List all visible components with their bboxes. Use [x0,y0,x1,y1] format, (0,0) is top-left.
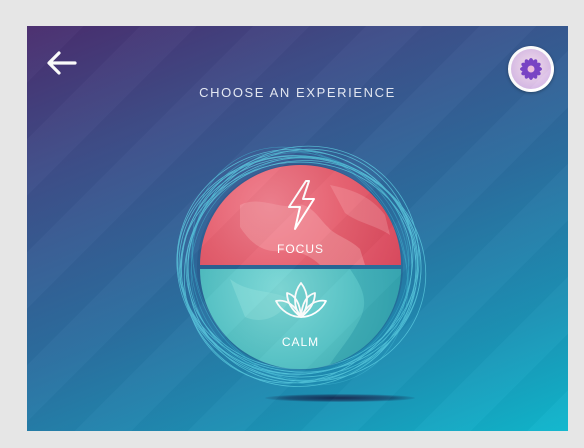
arrow-left-icon [47,51,77,75]
lotus-icon [274,282,327,318]
orb-shadow [265,394,415,402]
calm-option[interactable]: CALM [200,269,401,369]
calm-label: CALM [281,335,320,349]
flower-icon [511,49,551,89]
back-button[interactable] [45,50,79,76]
app-screen: CHOOSE AN EXPERIENCE FOCUS CALM [27,26,568,431]
focus-option[interactable]: FOCUS [200,165,401,265]
lightning-bolt-icon [287,180,315,230]
focus-icon-container [200,179,401,231]
experience-selector: FOCUS CALM [165,131,435,401]
page-title: CHOOSE AN EXPERIENCE [199,85,396,100]
calm-icon-container [200,277,401,327]
focus-label: FOCUS [277,242,324,256]
